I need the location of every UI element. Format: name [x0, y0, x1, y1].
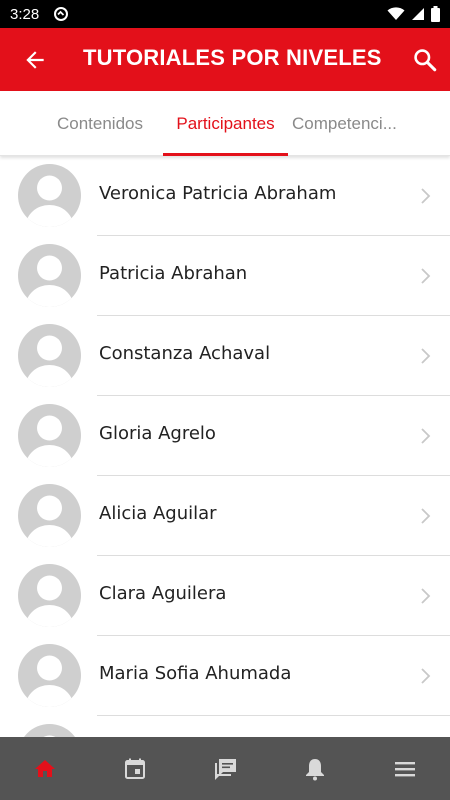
list-item[interactable]: Clara Aguilera — [0, 556, 450, 636]
tab-competencias[interactable]: Competenci... — [290, 91, 415, 156]
person-icon — [25, 495, 74, 547]
chevron-right-icon — [421, 588, 431, 604]
list-item[interactable]: Veronica Patricia Abraham — [0, 156, 450, 236]
list-item[interactable]: Patricia Abrahan — [0, 236, 450, 316]
calendar-icon — [125, 758, 145, 779]
avatar — [18, 164, 81, 227]
participant-name: Maria Sofia Ahumada — [99, 663, 292, 684]
avatar — [18, 644, 81, 707]
messages-icon — [215, 758, 236, 780]
participant-name: Clara Aguilera — [99, 583, 227, 604]
person-icon — [25, 415, 74, 467]
nav-menu[interactable] — [360, 737, 450, 800]
list-item[interactable] — [0, 716, 450, 737]
person-icon — [43, 735, 56, 737]
tab-contenidos[interactable]: Contenidos — [40, 91, 160, 156]
nav-home[interactable] — [0, 737, 90, 800]
home-icon — [35, 759, 55, 777]
participants-list[interactable]: Veronica Patricia Abraham Patricia Abrah… — [0, 156, 450, 737]
avatar — [18, 484, 81, 547]
nav-notifications[interactable] — [270, 737, 360, 800]
list-item[interactable]: Maria Sofia Ahumada — [0, 636, 450, 716]
person-icon — [25, 575, 74, 627]
chevron-right-icon — [421, 508, 431, 524]
search-icon[interactable] — [412, 47, 438, 73]
chevron-right-icon — [421, 668, 431, 684]
person-icon — [25, 175, 74, 227]
tab-participantes[interactable]: Participantes — [163, 91, 288, 156]
participant-name: Patricia Abrahan — [99, 263, 248, 284]
avatar — [18, 404, 81, 467]
avatar — [18, 324, 81, 387]
bell-icon — [306, 758, 324, 780]
wifi-icon — [387, 7, 405, 20]
participant-name: Alicia Aguilar — [99, 503, 217, 524]
status-time: 3:28 — [10, 5, 40, 23]
nav-calendar[interactable] — [90, 737, 180, 800]
participant-name: Constanza Achaval — [99, 343, 271, 364]
back-arrow-icon[interactable] — [22, 47, 48, 73]
person-icon — [25, 655, 74, 707]
menu-icon — [395, 761, 415, 776]
status-bar: 3:28 — [0, 0, 450, 28]
avatar — [18, 564, 81, 627]
chevron-right-icon — [421, 268, 431, 284]
person-icon — [25, 335, 74, 387]
battery-icon — [431, 6, 440, 22]
tab-bar: Contenidos Participantes Competenci... — [0, 91, 450, 156]
list-item[interactable]: Constanza Achaval — [0, 316, 450, 396]
nav-messages[interactable] — [180, 737, 270, 800]
participant-name: Veronica Patricia Abraham — [99, 183, 337, 204]
status-icons — [387, 6, 440, 22]
bottom-nav — [0, 737, 450, 800]
page-title: TUTORIALES POR NIVELES — [83, 45, 382, 70]
app-bar: TUTORIALES POR NIVELES — [0, 28, 450, 91]
chevron-right-icon — [421, 348, 431, 364]
avatar — [18, 724, 81, 737]
chevron-right-icon — [421, 188, 431, 204]
list-item[interactable]: Gloria Agrelo — [0, 396, 450, 476]
list-item[interactable]: Alicia Aguilar — [0, 476, 450, 556]
sync-icon — [54, 7, 69, 21]
participant-name: Gloria Agrelo — [99, 423, 216, 444]
chevron-right-icon — [421, 428, 431, 444]
signal-icon — [412, 8, 424, 20]
person-icon — [25, 255, 74, 307]
avatar — [18, 244, 81, 307]
